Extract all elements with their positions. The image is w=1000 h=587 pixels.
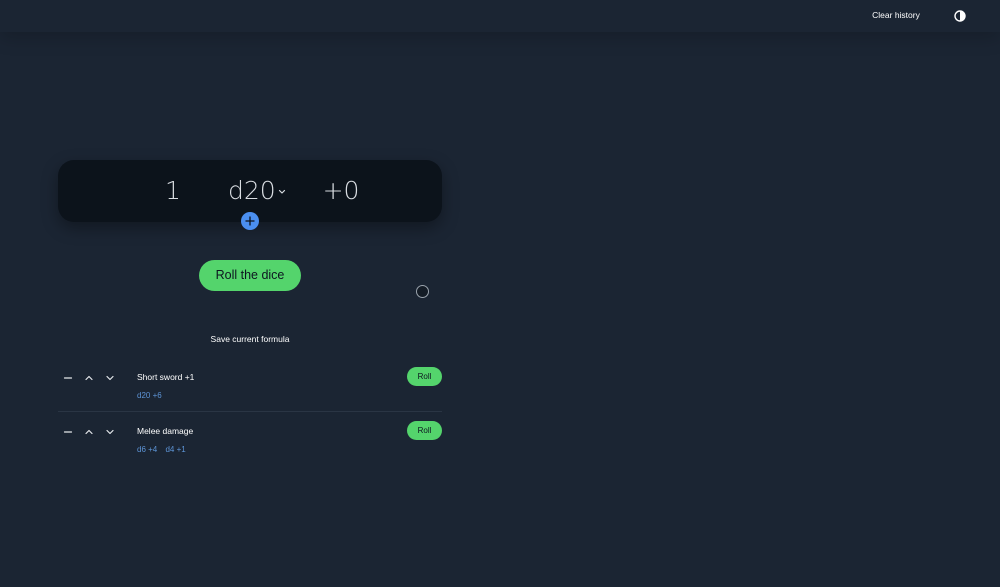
saved-formula-name: Short sword +1 bbox=[137, 372, 195, 382]
theme-toggle-icon[interactable] bbox=[954, 9, 966, 22]
loading-indicator bbox=[416, 285, 429, 298]
roll-saved-button[interactable]: Roll bbox=[407, 421, 442, 440]
formula-part[interactable]: d6 +4 bbox=[137, 445, 157, 454]
add-die-button[interactable] bbox=[241, 212, 259, 230]
dice-count[interactable]: 1 bbox=[162, 174, 184, 208]
roll-the-dice-button[interactable]: Roll the dice bbox=[199, 260, 301, 291]
modifier-value[interactable]: +0 bbox=[321, 174, 361, 208]
chevron-down-icon[interactable] bbox=[276, 185, 288, 197]
row-divider bbox=[58, 411, 442, 412]
formula-part[interactable]: d4 +1 bbox=[165, 445, 185, 454]
clear-history-button[interactable]: Clear history bbox=[860, 7, 932, 23]
formula-part[interactable]: d20 +6 bbox=[137, 391, 162, 400]
move-down-icon[interactable] bbox=[104, 371, 116, 383]
saved-formula-dice: d20 +6 bbox=[137, 390, 168, 402]
save-formula-button[interactable]: Save current formula bbox=[200, 332, 300, 346]
saved-formula-name: Melee damage bbox=[137, 426, 194, 436]
move-up-icon[interactable] bbox=[83, 425, 95, 437]
remove-icon[interactable] bbox=[62, 371, 74, 383]
remove-icon[interactable] bbox=[62, 425, 74, 437]
move-down-icon[interactable] bbox=[104, 425, 116, 437]
roll-saved-button[interactable]: Roll bbox=[407, 367, 442, 386]
top-bar bbox=[0, 0, 1000, 32]
die-type[interactable]: d20 bbox=[228, 174, 276, 208]
saved-formula-row: Melee damage d6 +4 d4 +1 Roll bbox=[58, 420, 442, 474]
saved-formula-dice: d6 +4 d4 +1 bbox=[137, 444, 192, 456]
move-up-icon[interactable] bbox=[83, 371, 95, 383]
plus-icon bbox=[245, 216, 255, 226]
